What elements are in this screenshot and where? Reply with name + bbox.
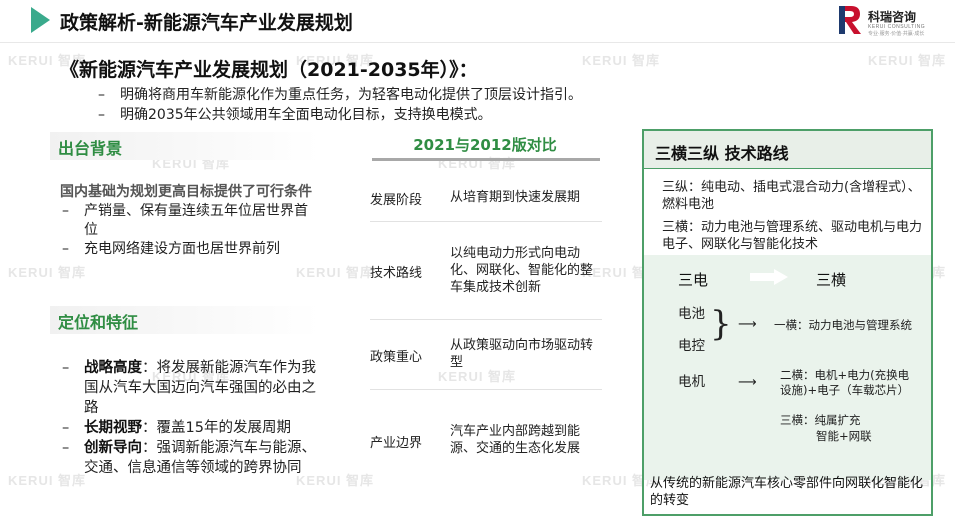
separator: ：: [142, 440, 157, 456]
background-block: 国内基础为规划更高目标提供了可行条件 产销量、保有量连续五年位居世界首位 充电网…: [60, 182, 320, 259]
comparison-title: 2021与2012版对比: [413, 136, 557, 154]
logo-name: 科瑞咨询: [868, 10, 917, 24]
arrow-icon: ⟶: [738, 375, 757, 390]
three-vertical-text: 三纵：纯电动、插电式混合动力(含增程式）、燃料电池: [662, 180, 921, 212]
positioning-heading-label: 定位和特征: [58, 313, 139, 332]
list-item: 创新导向：强调新能源汽车与能源、交通、信息通信等领域的跨界协同: [60, 438, 322, 478]
background-heading: 出台背景: [50, 132, 320, 160]
comparison-table: 发展阶段 从培育期到快速发展期 技术路线 以纯电动力形式向电动化、网联化、智能化…: [370, 170, 602, 490]
row-value: 汽车产业内部跨越到能源、交通的生态化发展: [450, 424, 581, 456]
battery-label: 电池: [678, 306, 705, 322]
title-arrow-icon: [31, 7, 50, 33]
brace-icon: }: [710, 304, 732, 344]
row-label: 发展阶段: [370, 193, 423, 208]
row-value: 从培育期到快速发展期: [450, 190, 581, 205]
list-item: 产销量、保有量连续五年位居世界首位: [60, 202, 320, 240]
logo-slogan: 专业·服务·价值·共赢·成长: [868, 31, 925, 37]
row-label: 政策重心: [370, 350, 423, 365]
term: 长期视野: [84, 420, 142, 436]
background-title: 国内基础为规划更高目标提供了可行条件: [60, 184, 312, 200]
table-row: 产业边界 汽车产业内部跨越到能源、交通的生态化发展: [370, 390, 602, 490]
separator: ：: [142, 420, 157, 436]
three-electrics-label: 三电: [678, 271, 709, 289]
company-logo: 科瑞咨询 KERUI CONSULTING 专业·服务·价值·共赢·成长: [836, 4, 951, 38]
comparison-title-rule: [372, 158, 600, 161]
three-horizontal-text: 三横：动力电池与管理系统、驱动电机与电力电子、网联化与智能化技术: [662, 220, 923, 252]
arrow-icon: ⟶: [738, 317, 757, 332]
plan-title: 《新能源汽车产业发展规划（2021-2035年）》：: [60, 59, 478, 81]
tech-footer-text: 从传统的新能源汽车核心零部件向网联化智能化的转变: [650, 476, 924, 508]
watermark: KERUI 智库: [582, 53, 661, 68]
watermark: KERUI 智库: [8, 265, 87, 280]
tech-route-title: 三横三纵 技术路线: [655, 144, 789, 163]
tech-route-box: 三横三纵 技术路线 三纵：纯电动、插电式混合动力(含增程式）、燃料电池 三横：动…: [642, 129, 933, 516]
watermark: KERUI 智库: [868, 53, 947, 68]
table-row: 政策重心 从政策驱动向市场驱动转型: [370, 320, 602, 390]
positioning-heading: 定位和特征: [50, 306, 320, 334]
description: 覆盖15年的发展周期: [156, 420, 291, 436]
horizontal-3-line2: 智能+网联: [816, 429, 872, 443]
plan-bullet: 明确2035年公共领域用车全面电动化目标，支持换电模式。: [98, 105, 582, 125]
horizontal-2-line2: 设施)+电子（车载芯片）: [780, 383, 910, 397]
table-row: 发展阶段 从培育期到快速发展期: [370, 170, 602, 222]
horizontal-3-line1: 三横：纯属扩充: [780, 413, 861, 427]
control-label: 电控: [678, 338, 705, 354]
motor-label: 电机: [678, 374, 705, 390]
page-title: 政策解析-新能源汽车产业发展规划: [60, 12, 353, 34]
three-horizontal-label: 三横: [816, 271, 847, 289]
background-list: 产销量、保有量连续五年位居世界首位 充电网络建设方面也居世界前列: [60, 202, 320, 259]
positioning-list: 战略高度：将发展新能源汽车作为我国从汽车大国迈向汽车强国的必由之路 长期视野：覆…: [60, 358, 322, 478]
background-heading-label: 出台背景: [58, 139, 123, 158]
horizontal-1-text: 一横：动力电池与管理系统: [774, 318, 912, 332]
row-label: 技术路线: [370, 266, 423, 281]
tech-route-header: 三横三纵 技术路线: [644, 131, 931, 169]
plan-bullet: 明确将商用车新能源化作为重点任务，为轻客电动化提供了顶层设计指引。: [98, 85, 582, 105]
table-row: 技术路线 以纯电动力形式向电动化、网联化、智能化的整车集成技术创新: [370, 222, 602, 320]
positioning-block: 战略高度：将发展新能源汽车作为我国从汽车大国迈向汽车强国的必由之路 长期视野：覆…: [60, 358, 322, 478]
term: 战略高度: [84, 360, 142, 376]
horizontal-2-line1: 二横：电机+电力(充换电: [780, 368, 910, 382]
list-item: 长期视野：覆盖15年的发展周期: [60, 418, 322, 438]
list-item: 充电网络建设方面也居世界前列: [60, 240, 320, 259]
right-arrow-icon: [750, 269, 788, 285]
watermark: KERUI 智库: [296, 265, 375, 280]
separator: ：: [142, 360, 157, 376]
row-value: 以纯电动力形式向电动化、网联化、智能化的整车集成技术创新: [450, 246, 594, 295]
plan-bullets: 明确将商用车新能源化作为重点任务，为轻客电动化提供了顶层设计指引。 明确2035…: [98, 85, 582, 125]
header-divider: [0, 42, 955, 43]
tech-mapping-panel: 三电 三横 电池 电控 } ⟶ 一横：动力电池与管理系统 电机 ⟶ 二横：电机+…: [644, 255, 931, 480]
row-value: 从政策驱动向市场驱动转型: [450, 338, 594, 370]
term: 创新导向: [84, 440, 142, 456]
row-label: 产业边界: [370, 436, 423, 451]
logo-mark-icon: [836, 4, 864, 36]
list-item: 战略高度：将发展新能源汽车作为我国从汽车大国迈向汽车强国的必由之路: [60, 358, 322, 418]
